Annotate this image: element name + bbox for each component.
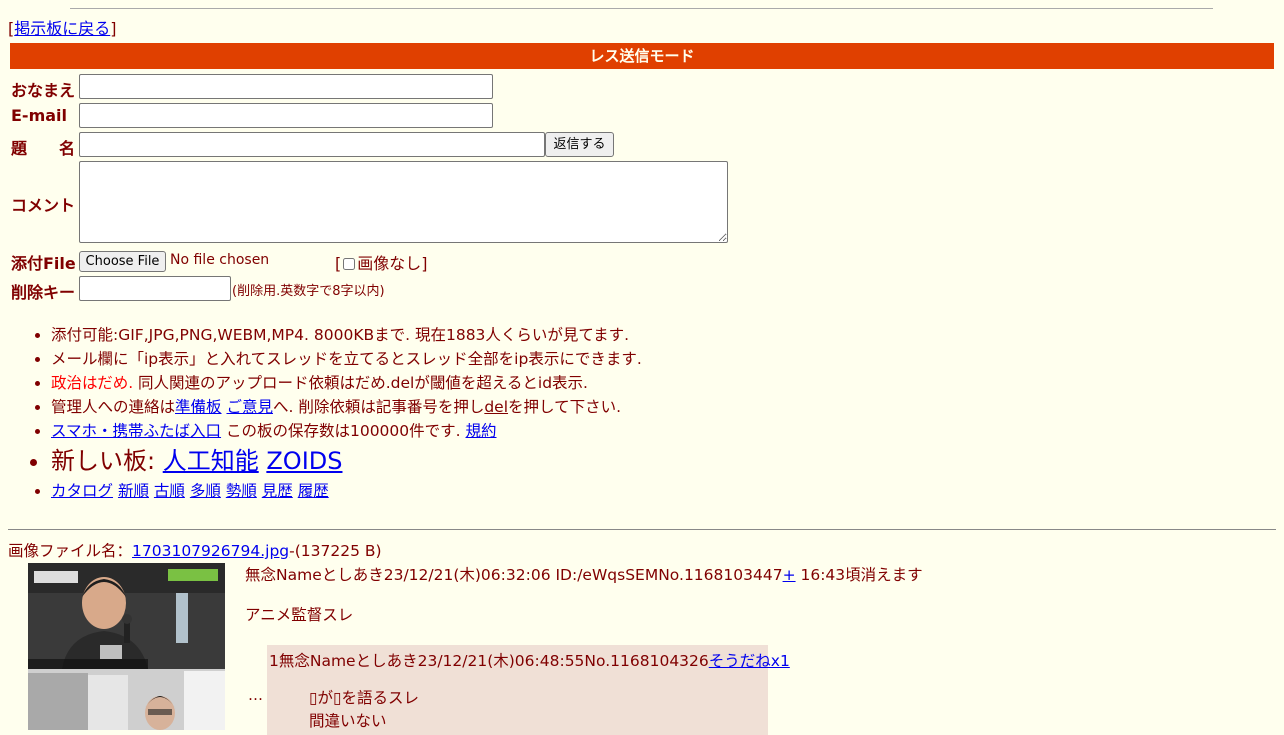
rule-politics-rest: 同人関連のアップロード依頼はだめ.delが閾値を超えるとid表示. bbox=[133, 374, 588, 392]
del-word: del bbox=[484, 398, 509, 416]
rule-ip-display: メール欄に「ip表示」と入れてスレッドを立てるとスレッド全部をip表示にできます… bbox=[51, 347, 642, 371]
new-board-ai-link[interactable]: 人工知能 bbox=[163, 447, 259, 475]
expire-text: 16:43頃消えます bbox=[795, 566, 923, 584]
terms-link[interactable]: 規約 bbox=[466, 422, 497, 440]
retention-text: この板の保存数は100000件です. bbox=[221, 422, 466, 440]
soudane-link[interactable]: そうだねx1 bbox=[709, 652, 790, 670]
delete-key-label: 削除キー bbox=[11, 283, 76, 302]
sort-new-link[interactable]: 新順 bbox=[118, 482, 149, 500]
subject-label: 題 名 bbox=[11, 139, 76, 158]
sort-links: カタログ 新順 古順 多順 勢順 見歴 履歴 bbox=[51, 479, 642, 503]
delete-key-note: (削除用.英数字で8字以内) bbox=[232, 284, 385, 299]
email-label: E-mail bbox=[11, 106, 68, 125]
contact-suffix: を押して下さい. bbox=[508, 398, 621, 416]
feedback-link[interactable]: ご意見 bbox=[226, 398, 273, 416]
file-size: -(137225 B) bbox=[289, 542, 382, 560]
no-file-chosen-text: No file chosen bbox=[170, 252, 270, 268]
reply-submit-button[interactable]: 返信する bbox=[545, 132, 614, 157]
thread-divider bbox=[8, 529, 1276, 530]
name-label: おなまえ bbox=[11, 81, 76, 100]
reply-header: 1無念Nameとしあき23/12/21(木)06:48:55No.1168104… bbox=[269, 649, 790, 671]
contact-mid: へ. 削除依頼は記事番号を押し bbox=[272, 398, 485, 416]
no-image-checkbox[interactable] bbox=[343, 258, 356, 270]
contact-prefix: 管理人への連絡は bbox=[51, 398, 176, 416]
mobile-entry-link[interactable]: スマホ・携帯ふたば入口 bbox=[51, 422, 221, 440]
thread-op-header: 無念Nameとしあき23/12/21(木)06:32:06 ID:/eWqsSE… bbox=[245, 565, 923, 585]
noimage-bracket-close: ] bbox=[421, 254, 428, 273]
thread-op-body: アニメ監督スレ bbox=[245, 606, 354, 624]
board-rules-list: 添付可能:GIF,JPG,PNG,WEBM,MP4. 8000KBまで. 現在1… bbox=[0, 323, 642, 503]
op-meta: 無念Nameとしあき23/12/21(木)06:32:06 ID:/eWqsSE… bbox=[245, 566, 783, 584]
sort-old-link[interactable]: 古順 bbox=[154, 482, 185, 500]
back-to-board-link[interactable]: 掲示板に戻る bbox=[14, 19, 110, 38]
back-nav: [掲示板に戻る] bbox=[8, 19, 117, 39]
comment-textarea[interactable] bbox=[79, 161, 728, 243]
email-input[interactable] bbox=[79, 103, 493, 128]
file-name-label: 画像ファイル名： bbox=[8, 542, 133, 560]
reply-meta: 1無念Nameとしあき23/12/21(木)06:48:55No.1168104… bbox=[269, 652, 709, 670]
op-plus-link[interactable]: + bbox=[783, 566, 796, 584]
catalog-link[interactable]: カタログ bbox=[51, 482, 113, 500]
rule-filetypes: 添付可能:GIF,JPG,PNG,WEBM,MP4. 8000KBまで. 現在1… bbox=[51, 323, 642, 347]
thread-file-info: 画像ファイル名：1703107926794.jpg-(137225 B) bbox=[8, 541, 382, 561]
rule-contact: 管理人への連絡は準備板 ご意見へ. 削除依頼は記事番号を押しdelを押して下さい… bbox=[51, 395, 642, 419]
name-input[interactable] bbox=[79, 74, 493, 99]
delete-key-input[interactable] bbox=[79, 276, 231, 301]
subject-input[interactable] bbox=[79, 132, 545, 157]
noimage-label: 画像なし bbox=[357, 254, 422, 273]
top-divider bbox=[70, 8, 1213, 9]
comment-label: コメント bbox=[11, 196, 76, 215]
file-name-link[interactable]: 1703107926794.jpg bbox=[132, 542, 289, 560]
reply-line-1: ▯が▯を語るスレ bbox=[309, 689, 420, 707]
reply-ellipsis: … bbox=[248, 686, 263, 704]
rule-politics-warning: 政治はだめ. bbox=[51, 374, 134, 392]
viewed-history-link[interactable]: 見歴 bbox=[262, 482, 293, 500]
no-image-option: [ 画像なし] bbox=[335, 250, 428, 274]
thread-thumbnail-image[interactable] bbox=[28, 563, 225, 730]
noimage-bracket-open: [ bbox=[335, 254, 342, 273]
post-history-link[interactable]: 履歴 bbox=[298, 482, 329, 500]
sort-momentum-link[interactable]: 勢順 bbox=[226, 482, 257, 500]
bracket-close: ] bbox=[110, 19, 117, 38]
prep-board-link[interactable]: 準備板 bbox=[175, 398, 222, 416]
rule-politics: 政治はだめ. 同人関連のアップロード依頼はだめ.delが閾値を超えるとid表示. bbox=[51, 371, 642, 395]
choose-file-button[interactable]: Choose File bbox=[79, 251, 166, 272]
reply-mode-banner: レス送信モード bbox=[10, 43, 1274, 69]
new-board-zoids-link[interactable]: ZOIDS bbox=[266, 447, 342, 475]
rule-mobile: スマホ・携帯ふたば入口 この板の保存数は100000件です. 規約 bbox=[51, 419, 642, 443]
sort-many-link[interactable]: 多順 bbox=[190, 482, 221, 500]
file-label: 添付File bbox=[11, 254, 76, 273]
new-boards: 新しい板: 人工知能 ZOIDS bbox=[51, 443, 642, 479]
reply-post: 1無念Nameとしあき23/12/21(木)06:48:55No.1168104… bbox=[267, 645, 790, 735]
new-boards-label: 新しい板: bbox=[51, 447, 163, 475]
reply-body: ▯が▯を語るスレ 間違いない bbox=[309, 687, 419, 733]
